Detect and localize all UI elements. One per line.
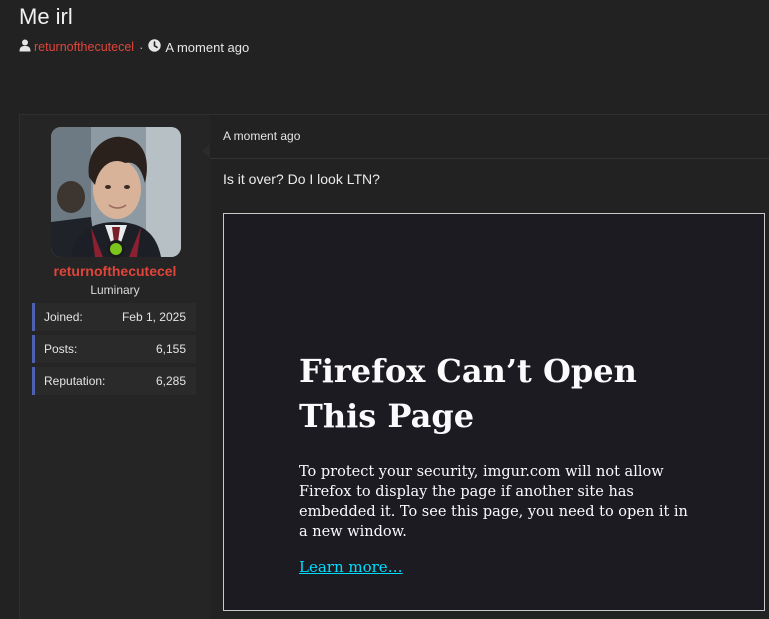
- learn-more-link[interactable]: Learn more…: [299, 558, 403, 576]
- post-body-text: Is it over? Do I look LTN?: [223, 171, 380, 187]
- post-user-column: returnofthecutecel Luminary Joined: Feb …: [20, 115, 210, 619]
- stat-reputation: Reputation: 6,285: [32, 367, 196, 395]
- avatar[interactable]: [51, 127, 181, 257]
- post-username-link[interactable]: returnofthecutecel: [20, 263, 210, 279]
- thread-author-link[interactable]: returnofthecutecel: [34, 40, 134, 54]
- user-title: Luminary: [90, 283, 140, 297]
- stat-posts: Posts: 6,155: [32, 335, 196, 363]
- stat-label: Joined:: [44, 310, 83, 324]
- embedded-frame[interactable]: Firefox Can’t Open This Page To protect …: [223, 213, 765, 611]
- stat-value: 6,285: [155, 374, 186, 388]
- stat-label: Posts:: [44, 342, 78, 356]
- thread-meta: returnofthecutecel · A moment ago: [19, 39, 249, 55]
- post-card: returnofthecutecel Luminary Joined: Feb …: [19, 114, 769, 619]
- thread-time-link[interactable]: A moment ago: [165, 40, 249, 55]
- clock-icon: [148, 39, 162, 55]
- thread-title: Me irl: [19, 4, 73, 29]
- meta-separator: ·: [139, 39, 144, 55]
- post-time-link[interactable]: A moment ago: [223, 129, 300, 143]
- embed-error-title: Firefox Can’t Open This Page: [299, 352, 637, 435]
- online-status-dot: [107, 240, 125, 258]
- stat-label: Reputation:: [44, 374, 106, 388]
- post-content-column: A moment ago Is it over? Do I look LTN? …: [210, 115, 769, 619]
- embed-error-body: To protect your security, imgur.com will…: [299, 464, 688, 540]
- post-divider: [210, 158, 769, 159]
- user-icon: [19, 39, 31, 55]
- stat-value: Feb 1, 2025: [121, 310, 186, 324]
- stat-value: 6,155: [155, 342, 186, 356]
- stat-joined: Joined: Feb 1, 2025: [32, 303, 196, 331]
